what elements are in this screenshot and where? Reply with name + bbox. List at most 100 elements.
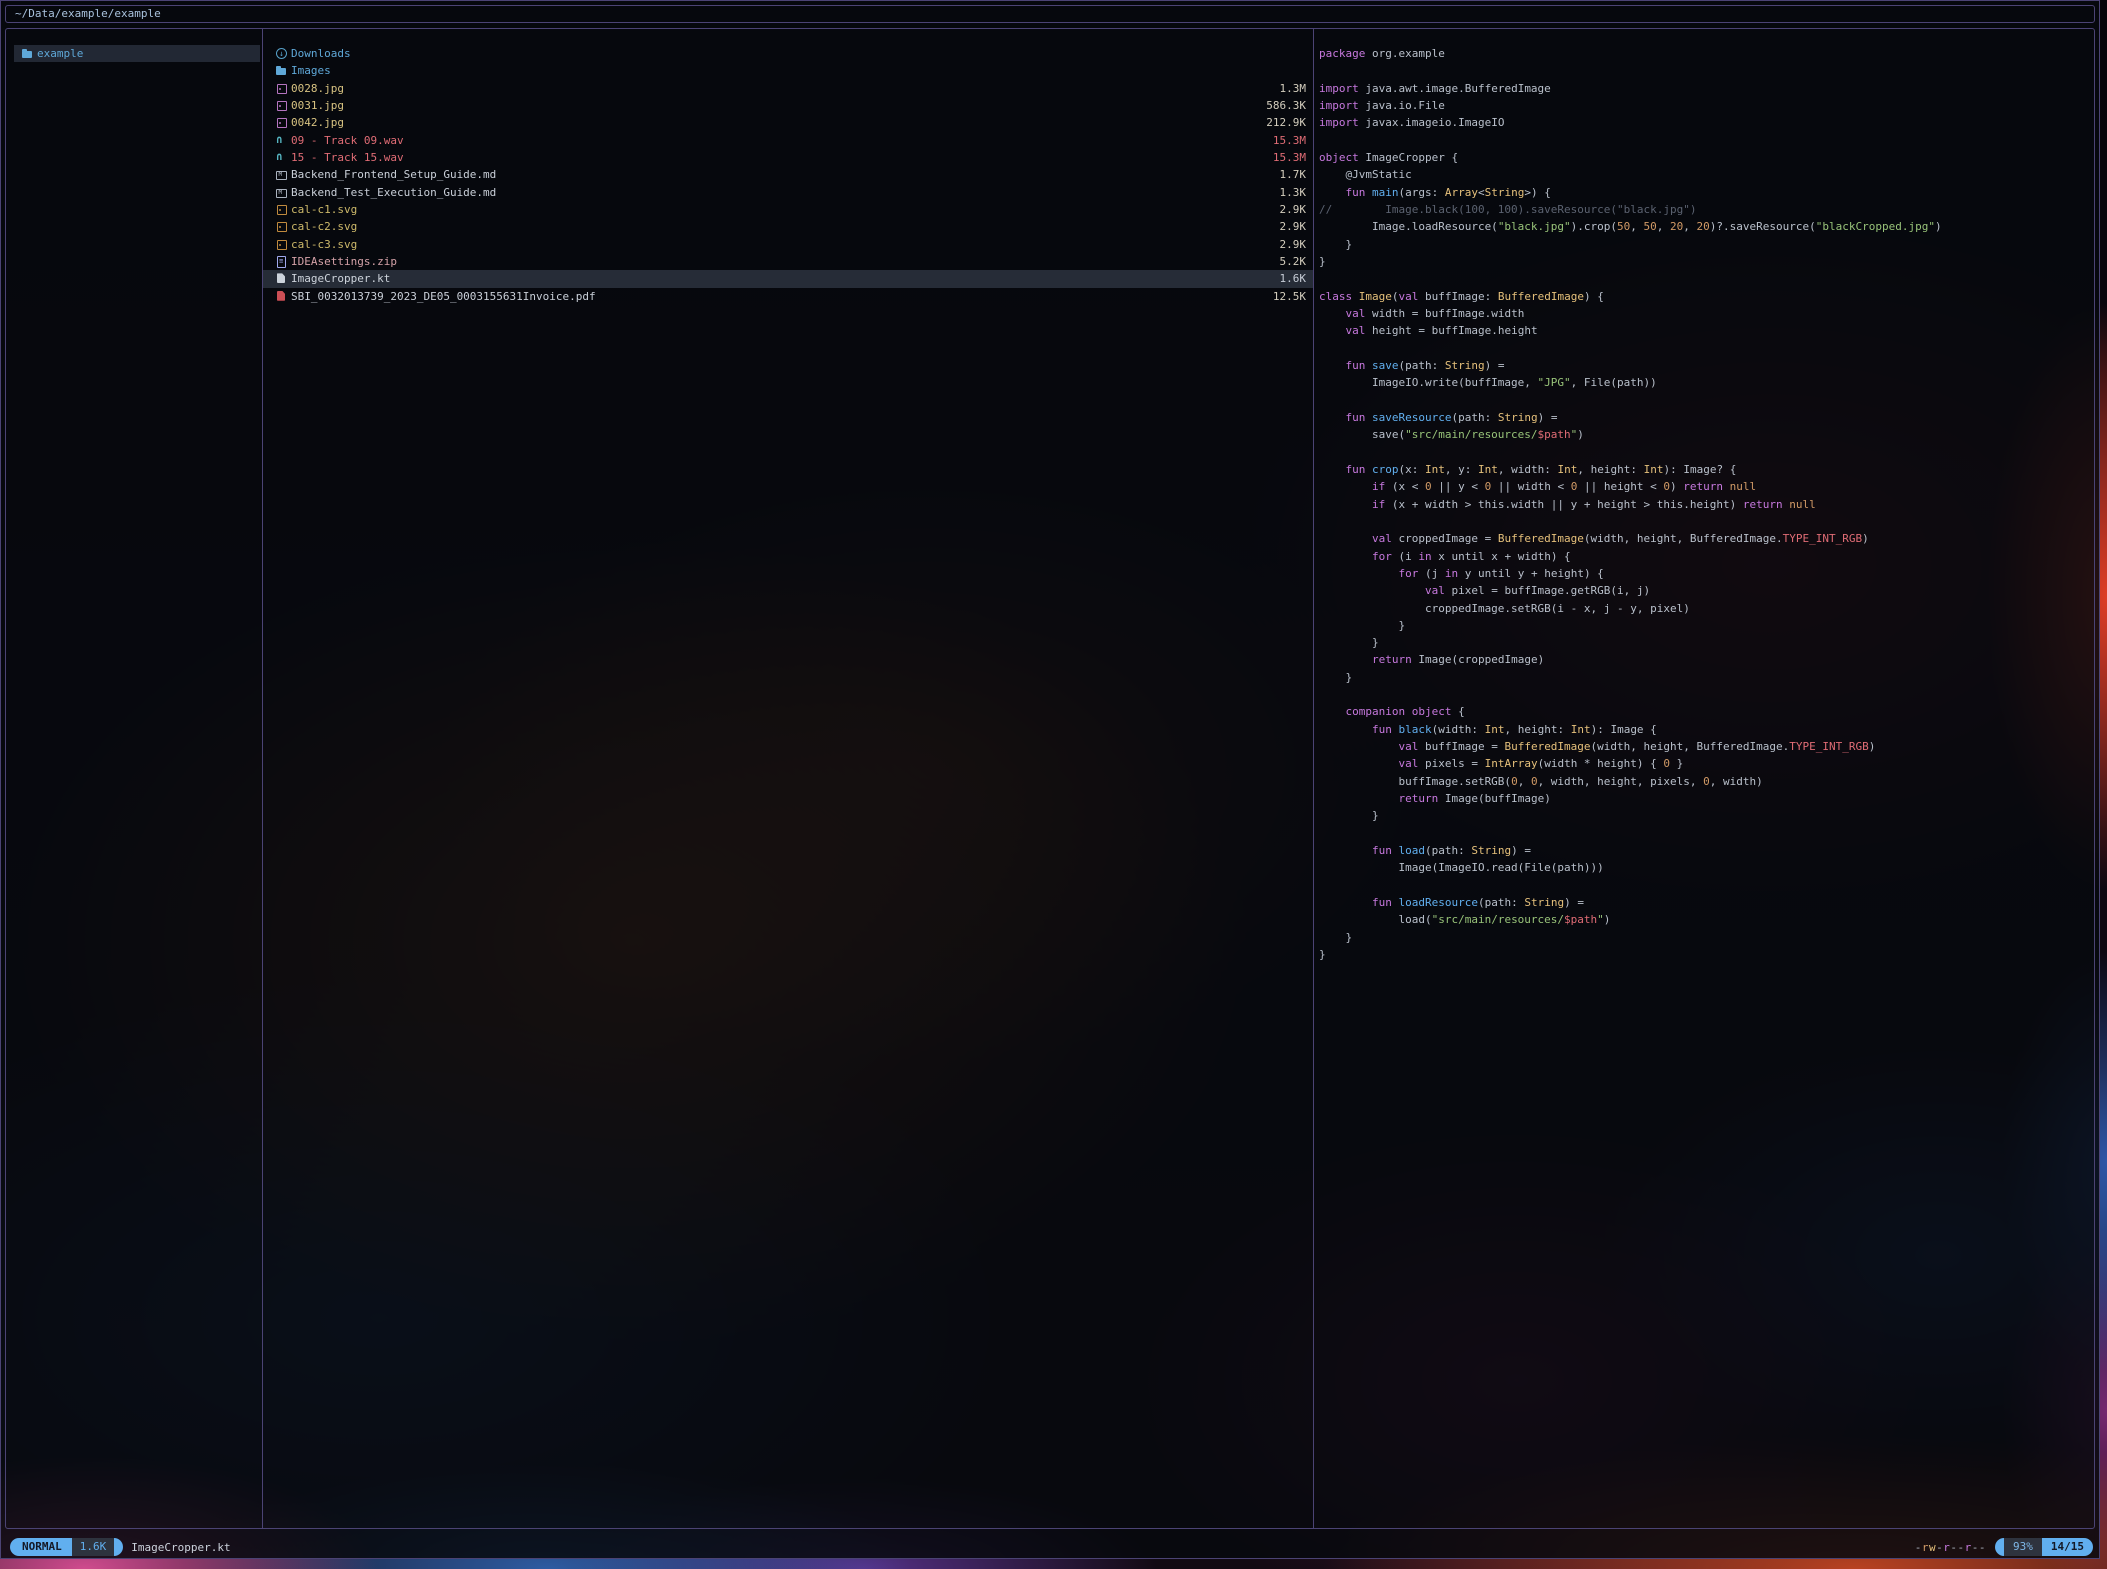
file-row[interactable]: cal-c1.svg2.9K: [263, 201, 1313, 218]
file-name: 09 - Track 09.wav: [291, 134, 404, 147]
parent-directory-label: example: [37, 47, 83, 60]
file-row[interactable]: IDEAsettings.zip 5.2K: [263, 253, 1313, 270]
file-row[interactable]: 0028.jpg1.3M: [263, 80, 1313, 97]
code-line: return Image(croppedImage): [1319, 651, 2094, 668]
file-name: 0042.jpg: [291, 116, 344, 129]
folder-icon: [21, 47, 34, 60]
status-bar: NORMAL 1.6K ImageCropper.kt -rw-r--r-- 9…: [10, 1538, 2093, 1556]
file-size: 1.7K: [1272, 168, 1307, 181]
folder-icon: [275, 64, 288, 77]
selected-file-name: ImageCropper.kt: [131, 1541, 230, 1554]
preview-panel: package org.example import java.awt.image…: [1314, 29, 2094, 1528]
code-line: package org.example: [1319, 45, 2094, 62]
code-line: import java.awt.image.BufferedImage: [1319, 80, 2094, 97]
code-line: [1319, 132, 2094, 149]
downloads-folder-icon: [275, 47, 288, 60]
code-line: [1319, 340, 2094, 357]
code-line: [1319, 825, 2094, 842]
kotlin-file-icon: [275, 272, 288, 285]
code-line: [1319, 877, 2094, 894]
file-row[interactable]: cal-c2.svg2.9K: [263, 218, 1313, 235]
code-line: for (j in y until y + height) {: [1319, 565, 2094, 582]
file-row[interactable]: 09 - Track 09.wav 15.3M: [263, 132, 1313, 149]
file-row[interactable]: Images: [263, 62, 1313, 79]
file-name: Backend_Frontend_Setup_Guide.md: [291, 168, 496, 181]
code-line: fun loadResource(path: String) =: [1319, 894, 2094, 911]
current-path-bar: ~/Data/example/example: [5, 5, 2095, 23]
file-name: 15 - Track 15.wav: [291, 151, 404, 164]
code-line: fun saveResource(path: String) =: [1319, 409, 2094, 426]
code-line: [1319, 270, 2094, 287]
file-size: 12.5K: [1265, 290, 1306, 303]
code-line: @JvmStatic: [1319, 166, 2094, 183]
code-line: [1319, 444, 2094, 461]
code-line: buffImage.setRGB(0, 0, width, height, pi…: [1319, 773, 2094, 790]
audio-icon: [275, 151, 288, 164]
file-row[interactable]: 0042.jpg212.9K: [263, 114, 1313, 131]
file-name: cal-c3.svg: [291, 238, 357, 251]
code-line: }: [1319, 946, 2094, 963]
code-line: Image(ImageIO.read(File(path))): [1319, 859, 2094, 876]
file-size: 586.3K: [1258, 99, 1306, 112]
file-name: 0028.jpg: [291, 82, 344, 95]
file-size: 1.3K: [1272, 186, 1307, 199]
code-preview: package org.example import java.awt.image…: [1314, 45, 2094, 963]
code-line: }: [1319, 253, 2094, 270]
markdown-icon: [275, 186, 288, 199]
code-line: }: [1319, 236, 2094, 253]
code-line: class Image(val buffImage: BufferedImage…: [1319, 288, 2094, 305]
file-row[interactable]: Downloads: [263, 45, 1313, 62]
file-size: 2.9K: [1272, 203, 1307, 216]
file-name: 0031.jpg: [291, 99, 344, 112]
image-icon: [275, 203, 288, 216]
code-line: [1319, 62, 2094, 79]
file-name: ImageCropper.kt: [291, 272, 390, 285]
segment-cap-icon: [114, 1538, 123, 1556]
file-size: 1.6K: [1272, 272, 1307, 285]
code-line: load("src/main/resources/$path"): [1319, 911, 2094, 928]
file-manager-panels: example DownloadsImages0028.jpg1.3M0031.…: [5, 28, 2095, 1529]
code-line: }: [1319, 634, 2094, 651]
pdf-icon: [275, 290, 288, 303]
file-row[interactable]: 0031.jpg 586.3K: [263, 97, 1313, 114]
image-icon: [275, 116, 288, 129]
scroll-percent: 93%: [2004, 1538, 2042, 1556]
file-row[interactable]: Backend_Test_Execution_Guide.md1.3K: [263, 184, 1313, 201]
parent-directory-item[interactable]: example: [14, 45, 260, 62]
file-row[interactable]: 15 - Track 15.wav15.3M: [263, 149, 1313, 166]
code-line: [1319, 513, 2094, 530]
parent-directory-panel: example: [6, 29, 263, 1528]
file-name: IDEAsettings.zip: [291, 255, 397, 268]
mode-indicator: NORMAL: [10, 1538, 72, 1556]
code-line: // Image.black(100, 100).saveResource("b…: [1319, 201, 2094, 218]
file-list-panel: Downloads Images0028.jpg1.3M 0031.jpg 586.3…: [263, 29, 1314, 1528]
file-permissions: -rw-r--r--: [1915, 1541, 1986, 1554]
zip-icon: [275, 255, 288, 268]
code-line: [1319, 686, 2094, 703]
file-size: 5.2K: [1272, 255, 1307, 268]
file-size: 15.3M: [1265, 134, 1306, 147]
file-row[interactable]: cal-c3.svg 2.9K: [263, 236, 1313, 253]
code-line: }: [1319, 617, 2094, 634]
code-line: ImageIO.write(buffImage, "JPG", File(pat…: [1319, 374, 2094, 391]
file-name: cal-c2.svg: [291, 220, 357, 233]
code-line: val pixel = buffImage.getRGB(i, j): [1319, 582, 2094, 599]
image-icon: [275, 220, 288, 233]
file-row[interactable]: ImageCropper.kt 1.6K: [263, 270, 1313, 287]
file-row[interactable]: SBI_0032013739_2023_DE05_0003155631Invoi…: [263, 288, 1313, 305]
code-line: val croppedImage = BufferedImage(width, …: [1319, 530, 2094, 547]
code-line: val width = buffImage.width: [1319, 305, 2094, 322]
file-name: Downloads: [291, 47, 351, 60]
audio-icon: [275, 134, 288, 147]
status-bar-left: NORMAL 1.6K ImageCropper.kt: [10, 1538, 231, 1556]
code-line: import javax.imageio.ImageIO: [1319, 114, 2094, 131]
code-line: companion object {: [1319, 703, 2094, 720]
code-line: [1319, 392, 2094, 409]
code-line: save("src/main/resources/$path"): [1319, 426, 2094, 443]
file-row[interactable]: Backend_Frontend_Setup_Guide.md 1.7K: [263, 166, 1313, 183]
file-size: 2.9K: [1272, 238, 1307, 251]
code-line: Image.loadResource("black.jpg").crop(50,…: [1319, 218, 2094, 235]
code-line: fun black(width: Int, height: Int): Imag…: [1319, 721, 2094, 738]
cursor-position: 14/15: [2042, 1538, 2093, 1556]
image-icon: [275, 238, 288, 251]
